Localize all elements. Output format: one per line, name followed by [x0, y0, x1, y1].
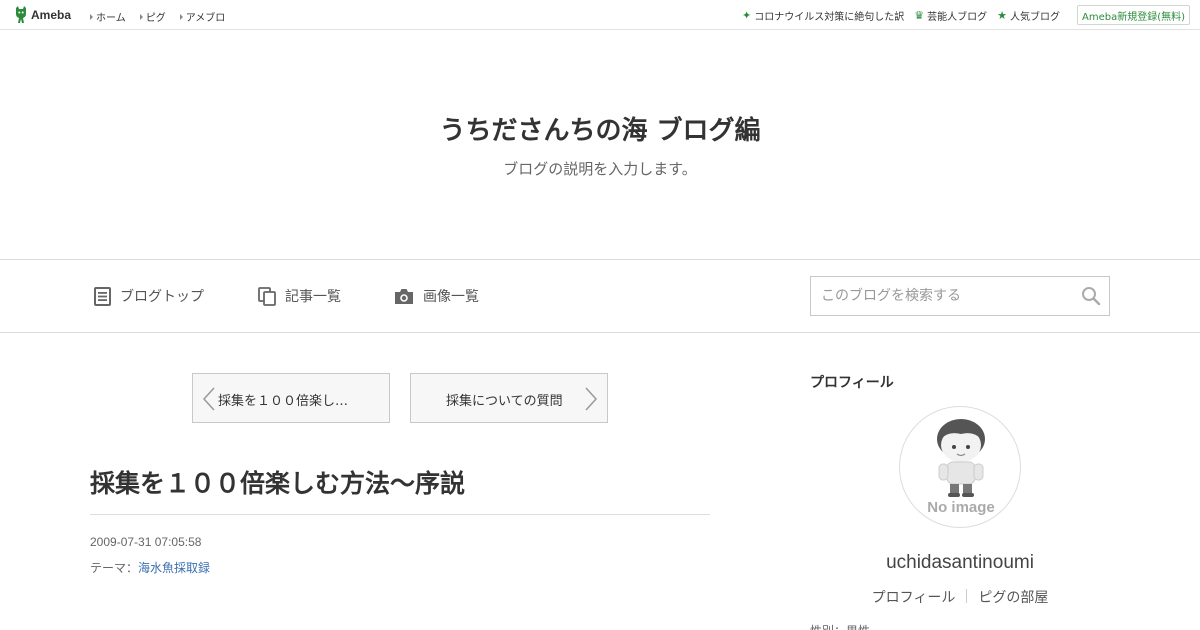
prev-article-button[interactable]: 採集を１００倍楽し… — [192, 373, 390, 423]
crown-icon: ♛ — [914, 9, 925, 22]
prev-article-label: 採集を１００倍楽し… — [218, 394, 349, 409]
blog-title[interactable]: うちださんちの海 ブログ編 — [0, 110, 1200, 147]
global-nav-ameblo[interactable]: アメブロ — [179, 9, 226, 24]
ameba-logo[interactable]: Ameba — [14, 6, 71, 23]
profile-username[interactable]: uchidasantinoumi — [810, 552, 1110, 574]
star-icon: ★ — [997, 9, 1007, 22]
theme-link[interactable]: 海水魚採取録 — [138, 561, 210, 575]
sparkle-icon: ✦ — [742, 9, 752, 22]
global-nav-label: アメブロ — [185, 13, 226, 24]
divider — [966, 589, 968, 603]
global-nav-pigg[interactable]: ピグ — [139, 9, 166, 24]
blog-nav: ブログトップ 記事一覧 画像一覧 — [0, 259, 1200, 333]
article-title[interactable]: 採集を１００倍楽しむ方法～序説 — [90, 464, 465, 500]
blog-search — [810, 276, 1110, 316]
article-theme: テーマ：海水魚採取録 — [90, 559, 210, 576]
nav-image-list[interactable]: 画像一覧 — [394, 286, 479, 306]
arrow-right-icon — [179, 13, 183, 20]
pigg-room-link[interactable]: ピグの部屋 — [978, 587, 1048, 607]
global-right-links: ✦ コロナウイルス対策に絶句した訳 ♛ 芸能人ブログ ★ 人気ブログ — [742, 8, 1060, 23]
profile-link[interactable]: プロフィール — [872, 587, 956, 607]
avatar[interactable]: No image — [899, 406, 1021, 528]
document-icon — [94, 286, 111, 306]
global-nav: ホーム ピグ アメブロ — [90, 9, 225, 24]
divider — [90, 514, 710, 515]
global-nav-home[interactable]: ホーム — [90, 9, 126, 24]
camera-icon — [395, 288, 413, 304]
next-article-label: 採集についての質問 — [446, 394, 563, 409]
arrow-right-icon — [139, 13, 143, 20]
chevron-right-icon — [585, 387, 597, 411]
global-nav-label: ピグ — [145, 13, 166, 24]
ameba-mascot-icon — [16, 6, 26, 23]
popular-blog-label: 人気ブログ — [1010, 12, 1060, 23]
nav-blog-top[interactable]: ブログトップ — [94, 286, 204, 306]
global-header: Ameba ホーム ピグ アメブロ ✦ コロナウイルス対策に絶句した訳 ♛ 芸能人ブ… — [0, 0, 1200, 30]
search-icon[interactable] — [1081, 286, 1101, 310]
profile-links: プロフィール ピグの部屋 — [810, 587, 1110, 607]
corona-link-label: コロナウイルス対策に絶句した訳 — [754, 12, 905, 23]
nav-article-list[interactable]: 記事一覧 — [258, 286, 341, 306]
profile-heading: プロフィール — [810, 375, 894, 391]
profile-gender: 性別：男性 — [810, 622, 870, 630]
blog-description: ブログの説明を入力します。 — [503, 160, 697, 178]
next-article-button[interactable]: 採集についての質問 — [410, 373, 608, 423]
chevron-left-icon — [203, 387, 215, 411]
nav-article-list-label: 記事一覧 — [285, 289, 341, 305]
celebrity-blog-link[interactable]: ♛ 芸能人ブログ — [914, 8, 987, 23]
no-image-caption: No image — [927, 499, 995, 516]
search-input[interactable] — [811, 277, 1071, 315]
theme-prefix: テーマ： — [90, 561, 139, 575]
popular-blog-link[interactable]: ★ 人気ブログ — [997, 8, 1060, 23]
arrow-right-icon — [90, 13, 93, 20]
corona-link[interactable]: ✦ コロナウイルス対策に絶句した訳 — [742, 8, 904, 23]
nav-blog-top-label: ブログトップ — [120, 289, 204, 305]
article-date: 2009-07-31 07:05:58 — [90, 535, 202, 549]
copy-icon — [258, 286, 276, 306]
global-nav-label: ホーム — [96, 13, 126, 24]
celebrity-blog-label: 芸能人ブログ — [927, 12, 988, 23]
logo-text: Ameba — [31, 7, 72, 22]
register-button[interactable]: Ameba新規登録(無料) — [1077, 5, 1190, 25]
nav-image-list-label: 画像一覧 — [423, 289, 479, 305]
